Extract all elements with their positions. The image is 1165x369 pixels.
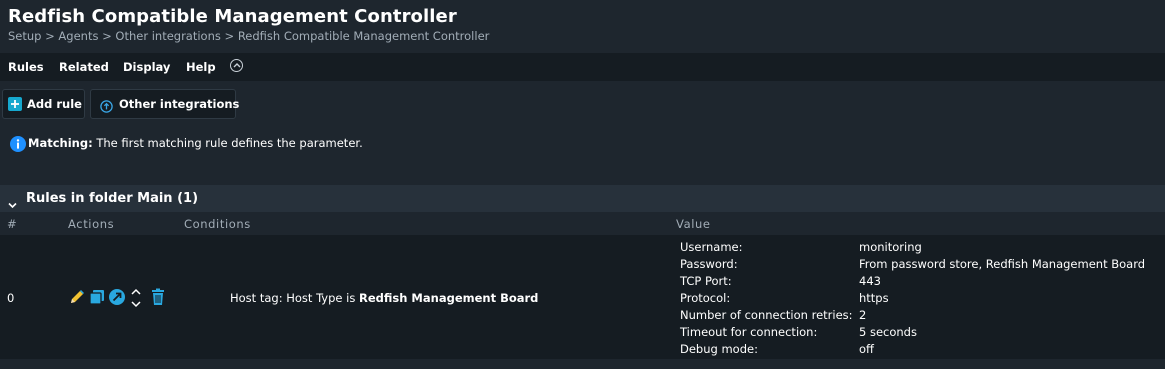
copy-icon[interactable] (88, 288, 106, 310)
menu-display[interactable]: Display (123, 60, 170, 74)
value-key: Timeout for connection: (680, 325, 818, 339)
info-label: Matching: (28, 136, 93, 150)
rule-condition: Host tag: Host Type is Redfish Managemen… (230, 291, 538, 305)
value-val: 2 (859, 308, 867, 322)
menu-bar: Rules Related Display Help (0, 53, 1165, 81)
rule-number: 0 (7, 291, 15, 305)
value-key: Password: (680, 257, 738, 271)
rules-folder-header[interactable]: Rules in folder Main (1) (0, 185, 1165, 212)
col-num: # (7, 217, 18, 231)
value-key: TCP Port: (680, 274, 732, 288)
value-val: off (859, 342, 874, 356)
trash-icon[interactable] (150, 288, 166, 310)
value-key: Debug mode: (680, 342, 758, 356)
value-key: Username: (680, 240, 743, 254)
page-title: Redfish Compatible Management Controller (8, 6, 457, 27)
col-actions: Actions (68, 217, 115, 231)
table-header: # Actions Conditions Value (0, 212, 1165, 235)
arrow-up-circle-icon (100, 98, 113, 113)
pencil-icon[interactable] (68, 288, 86, 310)
add-rule-button[interactable]: Add rule (2, 89, 85, 119)
collapse-icon[interactable] (230, 59, 243, 72)
page-bottom (0, 359, 1165, 369)
menu-help[interactable]: Help (186, 60, 216, 74)
value-val: https (859, 291, 889, 305)
other-integrations-label: Other integrations (119, 97, 240, 111)
value-key: Protocol: (680, 291, 731, 305)
value-key: Number of connection retries: (680, 308, 853, 322)
other-integrations-button[interactable]: Other integrations (90, 89, 240, 119)
breadcrumb[interactable]: Setup > Agents > Other integrations > Re… (8, 29, 489, 43)
title-bar: Redfish Compatible Management Controller… (0, 0, 1165, 52)
move-icon[interactable] (130, 288, 142, 312)
menu-rules[interactable]: Rules (8, 60, 44, 74)
export-icon[interactable] (108, 288, 126, 310)
plus-icon (8, 97, 22, 111)
value-val: 5 seconds (859, 325, 917, 339)
section-title: Rules in folder Main (1) (26, 191, 199, 206)
col-value: Value (676, 217, 711, 231)
menu-related[interactable]: Related (59, 60, 109, 74)
condition-value: Redfish Management Board (358, 291, 539, 305)
condition-prefix: Host tag: Host Type is (230, 291, 359, 305)
table-row: 0 Host tag: Host Type is Redfish Managem… (0, 235, 1165, 359)
chevron-down-icon[interactable] (8, 194, 17, 213)
value-val: 443 (859, 274, 881, 288)
info-text: The first matching rule defines the para… (92, 136, 363, 150)
col-conditions: Conditions (184, 217, 251, 231)
value-val: monitoring (859, 240, 922, 254)
value-val: From password store, Redfish Management … (859, 257, 1146, 271)
info-icon (10, 136, 26, 152)
add-rule-label: Add rule (27, 97, 82, 111)
